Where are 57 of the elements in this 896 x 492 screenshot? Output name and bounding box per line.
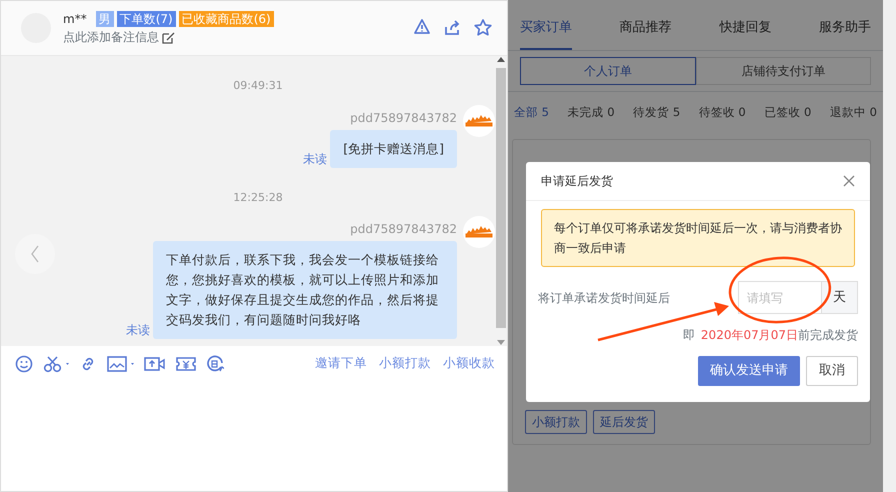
toolbar-link[interactable]: 小额打款 (379, 354, 431, 373)
segment-tab[interactable]: 店铺待支付订单 (696, 56, 871, 84)
note-hint[interactable]: 点此添加备注信息 (63, 28, 159, 46)
unread-label: 未读 (126, 322, 150, 339)
order-filter[interactable]: 待发货 5 (633, 104, 680, 121)
edit-icon[interactable] (162, 30, 175, 44)
cancel-button[interactable]: 取消 (806, 356, 858, 386)
deadline-date: 2020年07月07日 (700, 327, 798, 344)
scrollbar[interactable] (495, 56, 507, 346)
order-filter[interactable]: 待签收 0 (698, 104, 746, 121)
toolbar-link[interactable]: 邀请下单 (315, 354, 367, 373)
toolbar-link[interactable]: 小额收款 (443, 354, 495, 373)
star-icon[interactable] (473, 18, 493, 38)
order-filter[interactable]: 未完成 0 (568, 104, 615, 121)
deadline-suffix: 前完成发货 (798, 327, 858, 344)
message-time: 12:25:28 (232, 190, 284, 206)
tag: 下单数(7) (116, 11, 176, 27)
smiley-icon[interactable] (15, 354, 33, 372)
video-upload-icon[interactable] (144, 354, 166, 372)
sender-avatar-icon (463, 104, 495, 136)
message-bubble: 下单付款后，联系下我，我会发一个模板链接给您，您挑好喜欢的模板，就可以上传照片和添加文字，做好保存且提交生成您的作品，然后将提交码发我们，有问题随时问我好咯 (153, 241, 457, 339)
coupon-icon[interactable] (176, 354, 196, 372)
contact-name: m** (63, 11, 87, 28)
tag: 男 (96, 11, 114, 27)
sender-avatar-icon (463, 216, 495, 248)
scrollbar-thumb[interactable] (496, 68, 506, 328)
share-icon[interactable] (443, 18, 461, 36)
panel-tab[interactable]: 服务助手 (818, 0, 871, 50)
days-input-field[interactable]: 请填写 (738, 281, 821, 314)
field-label: 将订单承诺发货时间延后 (538, 290, 671, 306)
order-action-button[interactable]: 延后发货 (593, 410, 655, 434)
tag: 已收藏商品数(6) (178, 11, 274, 27)
message-bubble: [免拼卡赠送消息] (330, 130, 457, 168)
dialog-title: 申请延后发货 (541, 173, 613, 190)
close-icon[interactable] (843, 175, 855, 187)
sender-name: pdd75897843782 (350, 110, 457, 126)
refund-icon[interactable] (206, 354, 224, 372)
order-filter[interactable]: 退款中 0 (830, 104, 877, 121)
order-filter[interactable]: 已签收 0 (764, 104, 812, 121)
panel-tab[interactable]: 买家订单 (520, 0, 572, 50)
sender-name: pdd75897843782 (350, 221, 457, 238)
order-filter[interactable]: 全部 5 (514, 104, 549, 121)
scissors-icon[interactable] (43, 354, 69, 372)
scroll-down-icon[interactable] (497, 340, 505, 346)
chevron-icon (30, 245, 40, 263)
panel-tab[interactable]: 商品推荐 (620, 0, 672, 50)
image-icon[interactable] (107, 354, 134, 372)
confirm-button[interactable]: 确认发送申请 (698, 356, 800, 386)
order-action-button[interactable]: 小额打款 (525, 410, 587, 434)
deadline-prefix: 即 (682, 327, 695, 344)
notice-message: 每个订单仅可将承诺发货时间延后一次，请与消费者协商一致后申请 (541, 209, 855, 267)
warning-icon[interactable] (413, 18, 431, 36)
segment-tab[interactable]: 个人订单 (520, 56, 696, 84)
unread-label: 未读 (303, 150, 328, 168)
message-time: 09:49:31 (232, 78, 284, 94)
panel-tab[interactable]: 快捷回复 (719, 0, 772, 50)
unit-label: 天 (821, 281, 858, 314)
